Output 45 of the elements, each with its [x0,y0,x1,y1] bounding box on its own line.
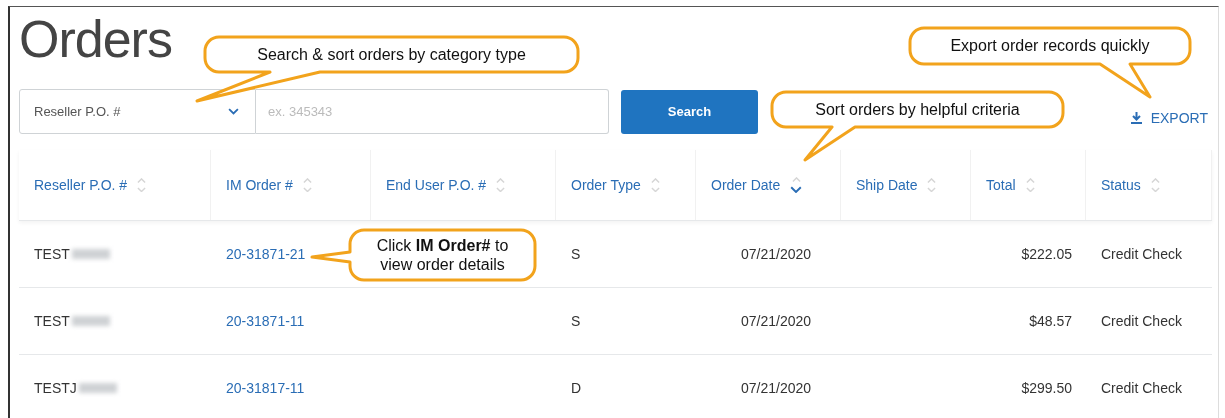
table-cell: TEST [34,313,70,329]
sort-icon[interactable] [927,177,937,193]
column-header[interactable]: Total [986,177,1016,193]
column-header[interactable]: IM Order # [226,177,293,193]
column-header[interactable]: Ship Date [856,177,918,193]
table-cell: S [571,246,581,262]
column-header[interactable]: Status [1101,177,1141,193]
sort-icon[interactable] [1025,177,1035,193]
table-cell: TESTJ [34,380,77,396]
table-cell: 07/21/2020 [740,380,812,396]
download-icon [1129,111,1143,124]
page-title: Orders [19,11,172,67]
column-header[interactable]: Reseller P.O. # [34,177,128,193]
column-header[interactable]: End User P.O. # [386,177,487,193]
table-cell: $48.57 [1029,313,1072,329]
sort-icon[interactable] [496,177,506,193]
table-cell: Credit Check [1101,313,1182,329]
table-cell: TEST [34,246,70,262]
sort-icon[interactable] [650,177,660,193]
export-link[interactable]: EXPORT [1129,109,1208,126]
sort-icon[interactable] [1150,177,1160,193]
order-link[interactable]: 20-31871-11 [226,313,305,329]
table-cell: 07/21/2020 [740,246,812,262]
order-link[interactable]: 20-31817-11 [226,380,305,396]
column-header[interactable]: Order Date [711,177,781,193]
callout-text: Search & sort orders by category type [257,44,526,65]
table-cell: D [571,380,582,396]
sort-icon[interactable] [137,177,147,193]
sort-descending-icon[interactable] [790,176,803,194]
order-link[interactable]: 20-31871-21 [226,246,306,262]
table-cell: Credit Check [1101,380,1182,396]
chevron-down-icon [228,108,239,115]
search-button[interactable]: Search [621,89,758,134]
table-cell: 07/21/2020 [740,313,812,329]
search-field[interactable]: ex. 345343 [256,89,609,134]
callout-text: Export order records quickly [950,36,1150,56]
callout-text: Sort orders by helpful criteria [815,99,1020,120]
table-cell: $222.05 [1021,246,1072,262]
callout-text: Click IM Order# to view order details [375,235,510,275]
table-cell: S [571,313,581,329]
column-header[interactable]: Order Type [571,177,641,193]
table-cell: $299.50 [1021,380,1072,396]
category-dropdown[interactable]: Reseller P.O. # [19,89,256,134]
sort-icon[interactable] [302,177,312,193]
table-cell: Credit Check [1101,246,1182,262]
